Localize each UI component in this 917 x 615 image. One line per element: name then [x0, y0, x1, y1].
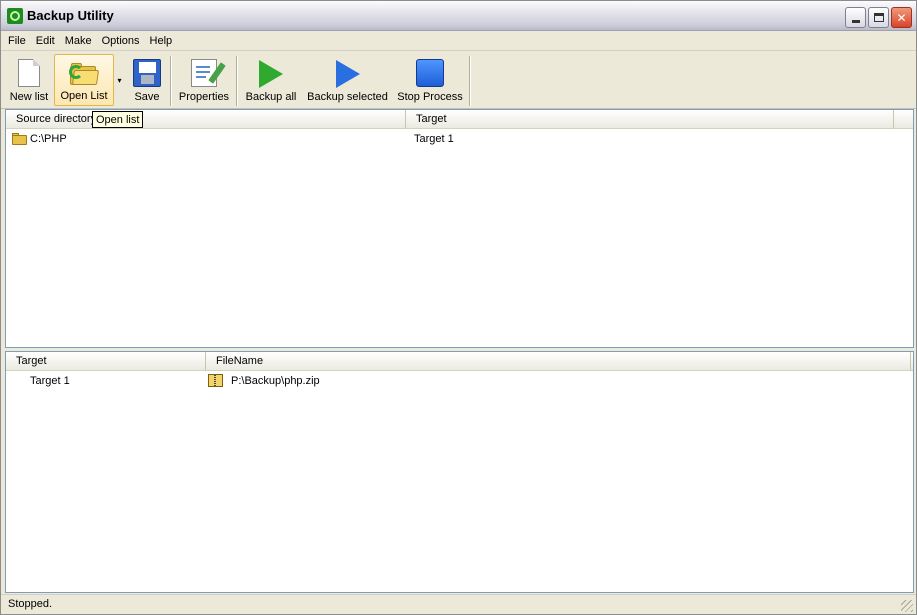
source-path: C:\PHP [30, 133, 67, 145]
resize-grip-icon[interactable] [901, 600, 913, 612]
table-row[interactable]: C:\PHP Target 1 [6, 130, 913, 148]
new-list-button[interactable]: New list [7, 54, 51, 106]
close-icon: ✕ [896, 10, 907, 25]
play-green-icon [259, 60, 283, 88]
menu-file[interactable]: File [3, 32, 31, 50]
menu-make[interactable]: Make [60, 32, 97, 50]
properties-pencil-icon [191, 59, 226, 87]
maximize-icon [873, 13, 884, 22]
minimize-icon [851, 19, 860, 23]
new-list-label: New list [9, 91, 49, 103]
title-bar[interactable]: Backup Utility ✕ [1, 1, 916, 31]
properties-label: Properties [178, 91, 230, 103]
app-icon[interactable] [7, 8, 23, 24]
minimize-button[interactable] [845, 7, 866, 28]
table-row[interactable]: Target 1 P:\Backup\php.zip [6, 372, 913, 390]
column-source-directory[interactable]: Source directory [6, 110, 406, 129]
backup-selected-button[interactable]: Backup selected [304, 54, 391, 106]
backup-all-button[interactable]: Backup all [242, 54, 300, 106]
zip-archive-icon [208, 374, 223, 387]
menu-edit[interactable]: Edit [31, 32, 60, 50]
open-list-dropdown[interactable]: ▾ [113, 54, 126, 106]
status-bar: Stopped. [1, 594, 916, 614]
target-filename: P:\Backup\php.zip [231, 375, 320, 387]
target-list[interactable]: Target FileName Target 1 P:\Backup\php.z… [5, 351, 914, 593]
stop-process-button[interactable]: Stop Process [395, 54, 465, 106]
open-list-tooltip: Open list [92, 111, 144, 128]
close-button[interactable]: ✕ [891, 7, 912, 28]
save-button[interactable]: Save [128, 54, 166, 106]
play-blue-icon [335, 60, 360, 88]
floppy-disk-icon [133, 59, 161, 87]
menu-options[interactable]: Options [97, 32, 145, 50]
open-folder-icon [69, 63, 100, 85]
open-list-button[interactable]: Open List [54, 54, 114, 106]
toolbar-separator [170, 56, 172, 106]
stop-process-label: Stop Process [397, 91, 463, 103]
maximize-button[interactable] [868, 7, 889, 28]
new-document-icon [18, 59, 40, 87]
status-text: Stopped. [8, 598, 53, 610]
menu-help[interactable]: Help [145, 32, 178, 50]
open-list-label: Open List [60, 90, 108, 102]
column-target[interactable]: Target [406, 110, 894, 129]
toolbar-separator [236, 56, 238, 106]
target-list-header: Target FileName [6, 352, 913, 371]
app-window: Backup Utility ✕ File Edit Make Options … [0, 0, 917, 615]
properties-button[interactable]: Properties [176, 54, 232, 106]
stop-square-icon [416, 59, 444, 87]
menu-bar: File Edit Make Options Help [1, 31, 916, 51]
chevron-down-icon: ▾ [117, 75, 122, 85]
source-list[interactable]: Source directory Target C:\PHP Target 1 [5, 109, 914, 348]
window-title: Backup Utility [27, 8, 114, 23]
column-target[interactable]: Target [6, 352, 206, 371]
backup-all-label: Backup all [245, 91, 297, 103]
source-target: Target 1 [414, 133, 454, 145]
target-name: Target 1 [30, 375, 70, 387]
folder-icon [12, 133, 28, 145]
toolbar-separator [469, 56, 471, 106]
toolbar: New list Open List ▾ Save Properties Bac… [1, 52, 916, 109]
backup-selected-label: Backup selected [307, 91, 388, 103]
column-filename[interactable]: FileName [206, 352, 911, 371]
save-label: Save [134, 91, 160, 103]
